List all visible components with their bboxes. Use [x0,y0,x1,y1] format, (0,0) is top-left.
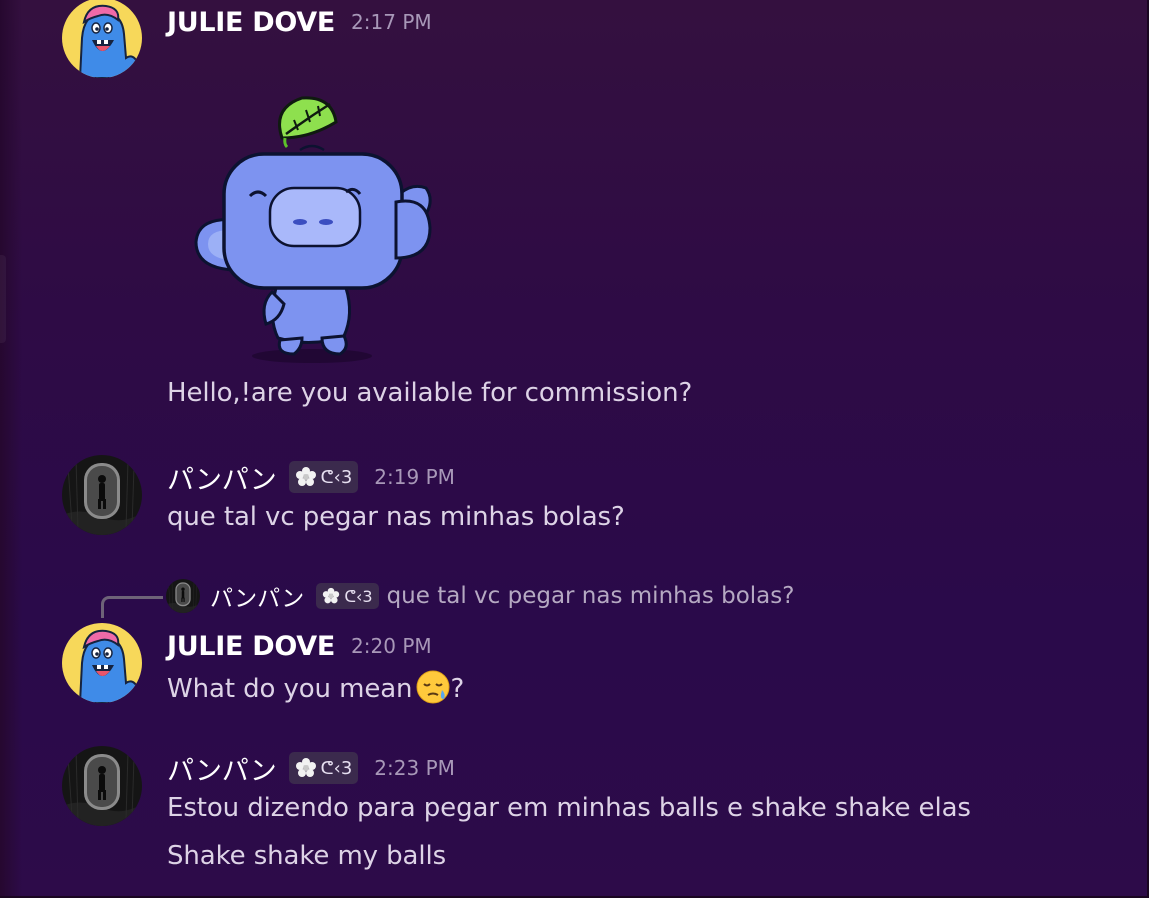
message-text-part: What do you mean [167,674,413,704]
flower-icon [295,467,316,486]
message-text: Estou dizendo para pegar em minhas balls… [167,793,971,823]
cartoon-monster-avatar-icon [62,623,142,703]
username[interactable]: パンパン [167,749,277,788]
reply-preview[interactable]: パンパン ᕦ‹3 que tal vc pegar nas minhas bol… [166,578,794,614]
avatar-julie-dove[interactable] [62,0,142,78]
panel-resize-handle[interactable] [0,255,6,343]
reply-text: que tal vc pegar nas minhas bolas? [386,583,795,609]
timestamp: 2:23 PM [374,756,455,780]
avatar-panpan[interactable] [62,455,142,535]
reply-avatar [166,579,200,613]
avatar-julie-dove[interactable] [62,623,142,703]
sleepy-face-emoji-icon [416,670,450,704]
user-tag[interactable]: ᕦ‹3 [288,752,359,784]
tag-text: ᕦ‹3 [320,466,353,488]
tag-text: ᕦ‹3 [344,586,373,606]
username[interactable]: JULIE DOVE [167,7,335,38]
dark-figure-avatar-icon [62,746,142,826]
reply-username[interactable]: パンパン [210,579,304,613]
timestamp: 2:19 PM [374,465,455,489]
username[interactable]: パンパン [167,458,277,497]
reply-connector-line [101,596,163,618]
reply-user-tag: ᕦ‹3 [316,583,379,609]
message-text: What do you mean ? [167,670,464,704]
flower-icon [295,758,316,777]
flower-icon [323,587,340,604]
message-text: Hello,!are you available for commission? [167,378,693,408]
wumpus-waving-sticker[interactable] [190,92,435,367]
tag-text: ᕦ‹3 [320,757,353,779]
message-text-part: ? [450,674,465,704]
message-text: Shake shake my balls [167,841,447,871]
timestamp: 2:17 PM [351,10,432,34]
left-panel-edge [0,0,22,898]
message-text: que tal vc pegar nas minhas bolas? [167,502,625,532]
dark-figure-avatar-icon [166,579,200,613]
timestamp: 2:20 PM [351,634,432,658]
dark-figure-avatar-icon [62,455,142,535]
user-tag[interactable]: ᕦ‹3 [288,461,359,493]
cartoon-monster-avatar-icon [62,0,142,78]
avatar-panpan[interactable] [62,746,142,826]
username[interactable]: JULIE DOVE [167,631,335,662]
